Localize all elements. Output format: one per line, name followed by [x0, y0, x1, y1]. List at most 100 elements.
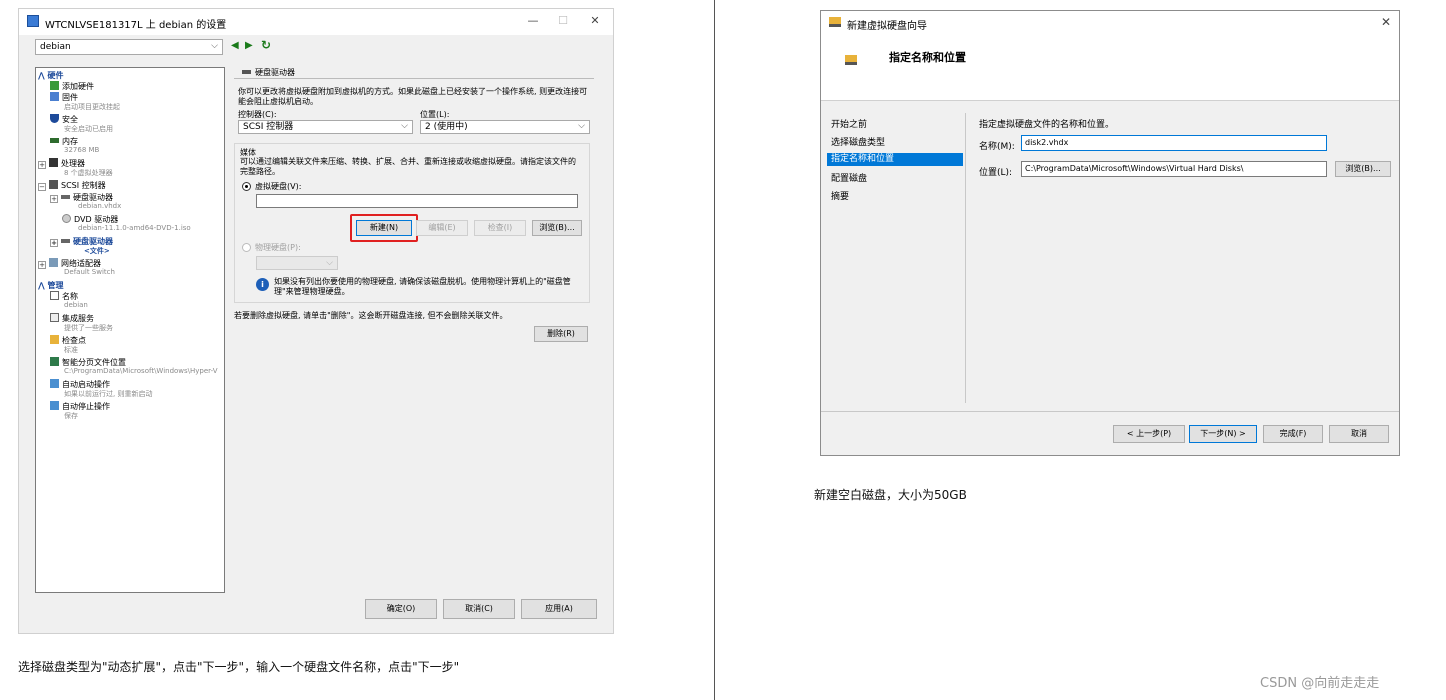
checkpoint-icon	[50, 335, 59, 344]
hyperv-app-icon	[27, 15, 39, 27]
finish-button[interactable]: 完成(F)	[1263, 425, 1323, 443]
tree-item-paging-sub: C:\ProgramData\Microsoft\Windows\Hyper-V	[64, 367, 218, 375]
autostart-icon	[50, 379, 59, 388]
footer-divider	[821, 411, 1399, 412]
name-label: 名称(M):	[979, 142, 1015, 152]
virtual-disk-radio[interactable]	[242, 182, 251, 191]
firmware-icon	[50, 92, 59, 101]
left-caption: 选择磁盘类型为"动态扩展"，点击"下一步"，输入一个硬盘文件名称，点击"下一步"	[18, 660, 460, 674]
shield-icon	[50, 114, 59, 123]
wizard-cancel-button[interactable]: 取消	[1329, 425, 1389, 443]
hard-disk-icon	[61, 239, 70, 243]
close-icon[interactable]: ✕	[1381, 15, 1391, 29]
chevron-down-icon: ⌵	[326, 258, 333, 268]
browse-button[interactable]: 浏览(B)...	[1335, 161, 1391, 177]
tree-item-security-sub: 安全启动已启用	[64, 125, 113, 133]
wizard-screenshot: 新建虚拟硬盘向导 ✕ 指定名称和位置 开始之前 选择磁盘类型 指定名称和位置 配…	[814, 8, 1410, 460]
tree-item-autostart-sub: 如果以前运行过, 则重新启动	[64, 390, 153, 398]
info-icon: i	[256, 278, 269, 291]
collapse-icon: ⋀	[38, 71, 45, 80]
location-select[interactable]: 2 (使用中) ⌵	[420, 120, 590, 134]
hard-disk-icon	[61, 195, 70, 199]
edit-button[interactable]: 编辑(E)	[416, 220, 468, 236]
collapse-icon[interactable]: −	[38, 183, 46, 191]
close-icon[interactable]: ✕	[581, 12, 609, 30]
column-divider	[714, 0, 715, 700]
name-input[interactable]: disk2.vhdx	[1021, 135, 1327, 151]
controller-select[interactable]: SCSI 控制器 ⌵	[238, 120, 413, 134]
vm-select-value: debian	[40, 42, 71, 52]
previous-button[interactable]: < 上一步(P)	[1113, 425, 1185, 443]
processor-icon	[49, 158, 58, 167]
step-configure-disk[interactable]: 配置磁盘	[831, 171, 867, 184]
network-icon	[49, 258, 58, 267]
step-choose-type[interactable]: 选择磁盘类型	[831, 135, 885, 148]
hard-disk-icon	[242, 70, 251, 74]
wizard-page-title: 指定名称和位置	[889, 51, 966, 64]
location-input[interactable]: C:\ProgramData\Microsoft\Windows\Virtual…	[1021, 161, 1327, 177]
expand-icon[interactable]: +	[38, 161, 46, 169]
panel-description: 你可以更改将虚拟硬盘附加到虚拟机的方式。如果此磁盘上已经安装了一个操作系统, 则…	[238, 87, 588, 106]
disk-wizard-icon	[845, 55, 857, 65]
tree-section-hardware[interactable]: ⋀ 硬件	[38, 70, 64, 81]
maximize-icon[interactable]: ☐	[549, 12, 577, 30]
settings-tree: ⋀ 硬件 添加硬件 固件 启动项目更改挂起 安全 安全启动已启用 内存 3276…	[35, 67, 225, 593]
tree-item-hdd-sub: debian.vhdx	[78, 202, 122, 210]
virtual-disk-path-input[interactable]	[256, 194, 578, 208]
minimize-icon[interactable]: —	[519, 12, 547, 30]
physical-disk-radio[interactable]	[242, 243, 251, 252]
steps-divider	[965, 113, 966, 403]
expand-icon[interactable]: +	[50, 195, 58, 203]
ok-button[interactable]: 确定(O)	[365, 599, 437, 619]
chevron-down-icon: ⌵	[401, 121, 408, 131]
physical-disk-label: 物理硬盘(P):	[255, 243, 301, 252]
step-summary[interactable]: 摘要	[831, 189, 849, 202]
controller-label: 控制器(C):	[238, 110, 277, 119]
wizard-instruction: 指定虚拟硬盘文件的名称和位置。	[979, 120, 1115, 130]
paging-icon	[50, 357, 59, 366]
vm-select[interactable]: debian ⌵	[35, 39, 223, 55]
inspect-button[interactable]: 检查(I)	[474, 220, 526, 236]
remove-button[interactable]: 删除(R)	[534, 326, 588, 342]
wizard-steps: 开始之前 选择磁盘类型 指定名称和位置 配置磁盘 摘要	[821, 101, 965, 411]
expand-icon[interactable]: +	[50, 239, 58, 247]
tree-item-hdd-selected-sub: <文件>	[84, 247, 110, 255]
step-name-location[interactable]: 指定名称和位置	[827, 153, 963, 166]
add-hardware-icon	[50, 81, 59, 90]
step-before-you-begin[interactable]: 开始之前	[831, 117, 867, 130]
tree-item-name-sub: debian	[64, 301, 88, 309]
refresh-icon[interactable]: ↻	[261, 38, 271, 52]
tree-item-firmware-sub: 启动项目更改挂起	[64, 103, 120, 111]
settings-window: WTCNLVSE181317L 上 debian 的设置 — ☐ ✕ debia…	[18, 8, 614, 634]
forward-icon[interactable]: ▶	[245, 40, 253, 51]
tree-item-processor-sub: 8 个虚拟处理器	[64, 169, 113, 177]
tree-item-checkpoint-sub: 标准	[64, 346, 78, 354]
cancel-button[interactable]: 取消(C)	[443, 599, 515, 619]
remove-description: 若要删除虚拟硬盘, 请单击"删除"。这会断开磁盘连接, 但不会删除关联文件。	[234, 311, 508, 320]
tree-item-scsi[interactable]: − SCSI 控制器	[38, 180, 106, 191]
info-text: 如果没有列出你要使用的物理硬盘, 请确保该磁盘脱机。使用物理计算机上的"磁盘管理…	[274, 277, 571, 296]
autostop-icon	[50, 401, 59, 410]
expand-icon[interactable]: +	[38, 261, 46, 269]
next-button[interactable]: 下一步(N) >	[1189, 425, 1257, 443]
apply-button[interactable]: 应用(A)	[521, 599, 597, 619]
location-label: 位置(L):	[420, 110, 450, 119]
physical-disk-select[interactable]: ⌵	[256, 256, 338, 270]
tree-item-memory-sub: 32768 MB	[64, 146, 100, 154]
tree-item-network-sub: Default Switch	[64, 268, 115, 276]
chevron-down-icon: ⌵	[578, 121, 585, 131]
window-title: WTCNLVSE181317L 上 debian 的设置	[45, 20, 227, 31]
tree-section-management[interactable]: ⋀ 管理	[38, 280, 64, 291]
media-description: 可以通过编辑关联文件来压缩、转换、扩展、合并、重新连接或收缩虚拟硬盘。请指定该文…	[240, 157, 576, 176]
back-icon[interactable]: ◀	[231, 40, 239, 51]
tree-item-add-hardware[interactable]: 添加硬件	[50, 81, 94, 92]
right-caption: 新建空白磁盘，大小为50GB	[814, 488, 967, 502]
disk-wizard-icon	[829, 17, 841, 27]
memory-icon	[50, 138, 59, 143]
tree-item-autostop[interactable]: 自动停止操作	[50, 401, 110, 412]
browse-button[interactable]: 浏览(B)...	[532, 220, 582, 236]
tree-item-autostop-sub: 保存	[64, 412, 78, 420]
new-button[interactable]: 新建(N)	[356, 220, 412, 236]
dvd-icon	[62, 214, 71, 223]
csdn-watermark: CSDN @向前走走走	[1260, 676, 1380, 691]
